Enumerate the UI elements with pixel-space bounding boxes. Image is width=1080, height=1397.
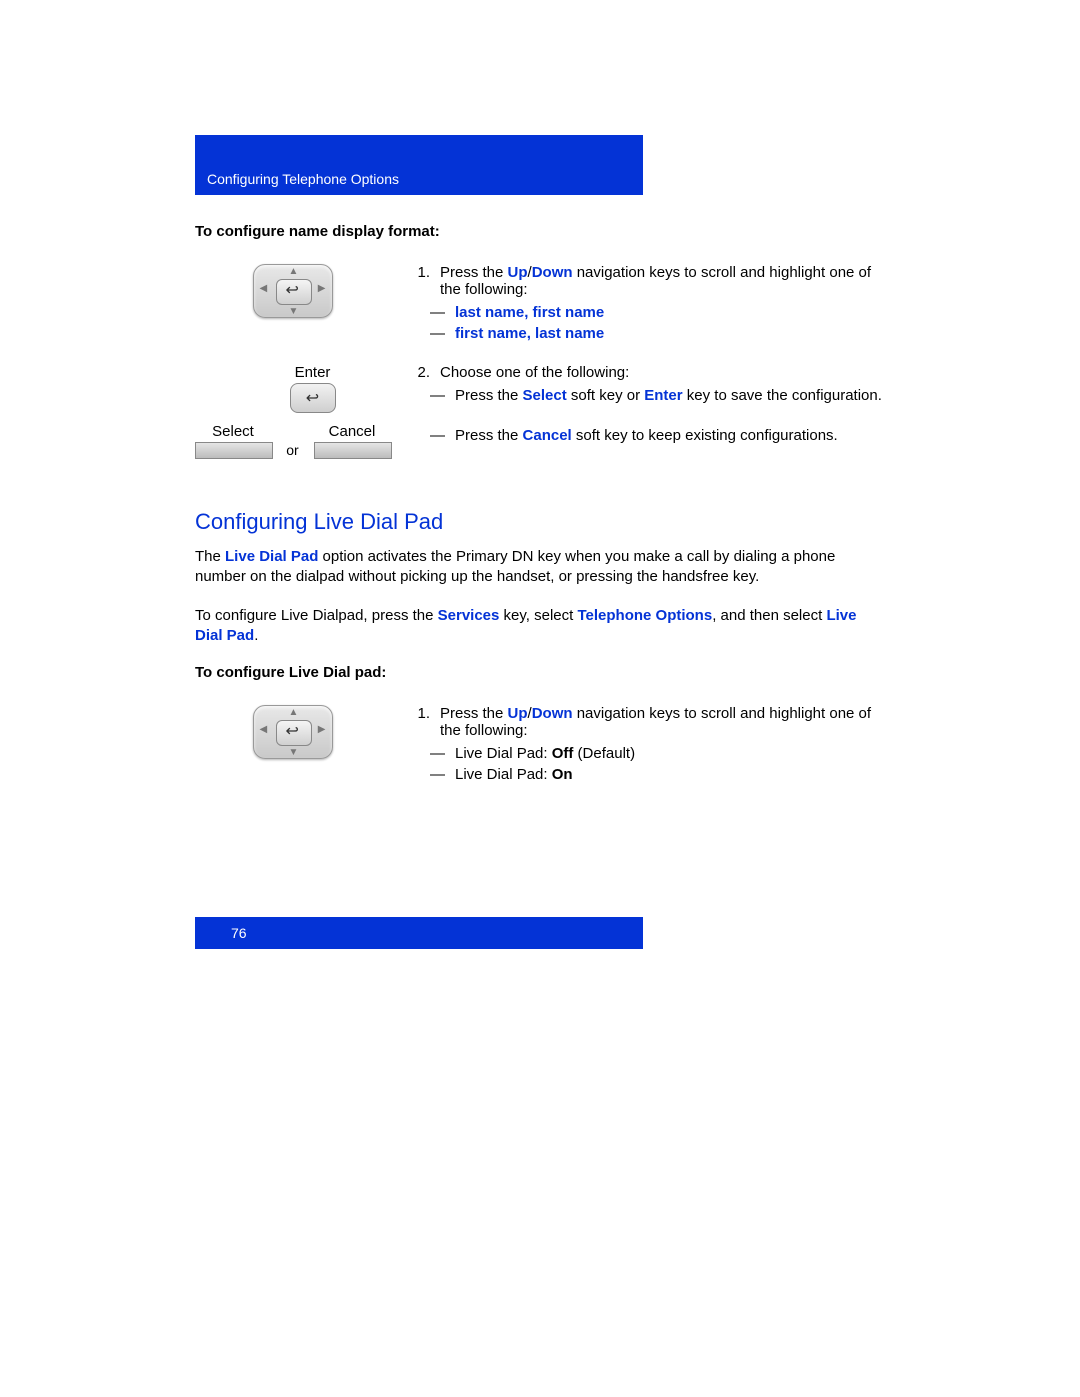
step-text: — Press the Cancel soft key to keep exis… xyxy=(410,423,885,448)
step-number: 2. xyxy=(410,364,430,381)
select-key-label: Select xyxy=(523,387,567,404)
cancel-key-label: Cancel xyxy=(523,427,572,444)
step-number: 1. xyxy=(410,264,430,298)
option-body: Press the Select soft key or Enter key t… xyxy=(455,387,882,404)
step-number: 1. xyxy=(410,705,430,739)
enter-label: Enter xyxy=(235,364,390,381)
key-illustration: ▲▼ ◀▶ xyxy=(195,264,390,318)
page-number: 76 xyxy=(231,925,247,941)
option-item: — Live Dial Pad: Off (Default) xyxy=(430,745,885,762)
step-body: Press the Up/Down navigation keys to scr… xyxy=(440,264,885,298)
step-body: Choose one of the following: xyxy=(440,364,629,381)
softkey-button-icon xyxy=(195,442,273,459)
select-softkey: Select xyxy=(195,423,271,459)
body-paragraph: To configure Live Dialpad, press the Ser… xyxy=(195,606,885,647)
document-page: Configuring Telephone Options To configu… xyxy=(0,0,1080,1069)
option-item: — Live Dial Pad: On xyxy=(430,766,885,783)
step-row: ▲▼ ◀▶ 1. Press the Up/Down navigation ke… xyxy=(195,705,885,787)
page-footer: 76 xyxy=(195,917,643,949)
procedure-title-2: To configure Live Dial pad: xyxy=(195,664,885,681)
option-item: — Press the Cancel soft key to keep exis… xyxy=(430,427,885,444)
option-body: Live Dial Pad: On xyxy=(455,766,573,783)
softkey-button-icon xyxy=(314,442,392,459)
procedure-title-1: To configure name display format: xyxy=(195,223,885,240)
step-text: 1. Press the Up/Down navigation keys to … xyxy=(410,705,885,787)
down-key-label: Down xyxy=(532,264,573,281)
option-first-last: first name, last name xyxy=(455,325,604,342)
step-text: 1. Press the Up/Down navigation keys to … xyxy=(410,264,885,346)
telephone-options-label: Telephone Options xyxy=(577,607,712,624)
key-illustration: ▲▼ ◀▶ xyxy=(195,705,390,759)
step-row: Select or Cancel — Press the Cancel soft… xyxy=(195,423,885,459)
option-item: — Press the Select soft key or Enter key… xyxy=(430,387,885,404)
or-label: or xyxy=(280,424,306,458)
step-row: Enter ↩ 2. Choose one of the following: … xyxy=(195,364,885,413)
option-body: Live Dial Pad: Off (Default) xyxy=(455,745,635,762)
option-item: — first name, last name xyxy=(430,325,885,342)
step-body: Press the Up/Down navigation keys to scr… xyxy=(440,705,885,739)
cancel-softkey: Cancel xyxy=(314,423,390,459)
option-body: Press the Cancel soft key to keep existi… xyxy=(455,427,838,444)
option-item: — last name, first name xyxy=(430,304,885,321)
section-heading: Configuring Live Dial Pad xyxy=(195,509,885,535)
step-row: ▲▼ ◀▶ 1. Press the Up/Down navigation ke… xyxy=(195,264,885,346)
up-key-label: Up xyxy=(508,705,528,722)
off-label: Off xyxy=(552,745,574,762)
page-header: Configuring Telephone Options xyxy=(195,135,643,195)
navigation-pad-icon: ▲▼ ◀▶ xyxy=(253,705,333,759)
key-illustration: Select or Cancel xyxy=(195,423,390,459)
option-last-first: last name, first name xyxy=(455,304,604,321)
key-illustration: Enter ↩ xyxy=(195,364,390,413)
down-key-label: Down xyxy=(532,705,573,722)
on-label: On xyxy=(552,766,573,783)
enter-key-icon: ↩ xyxy=(290,383,336,413)
step-text: 2. Choose one of the following: — Press … xyxy=(410,364,885,408)
header-title: Configuring Telephone Options xyxy=(207,171,399,187)
up-key-label: Up xyxy=(508,264,528,281)
services-key-label: Services xyxy=(438,607,500,624)
body-paragraph: The Live Dial Pad option activates the P… xyxy=(195,547,885,588)
live-dial-pad-term: Live Dial Pad xyxy=(225,548,318,565)
navigation-pad-icon: ▲▼ ◀▶ xyxy=(253,264,333,318)
enter-key-label: Enter xyxy=(644,387,682,404)
